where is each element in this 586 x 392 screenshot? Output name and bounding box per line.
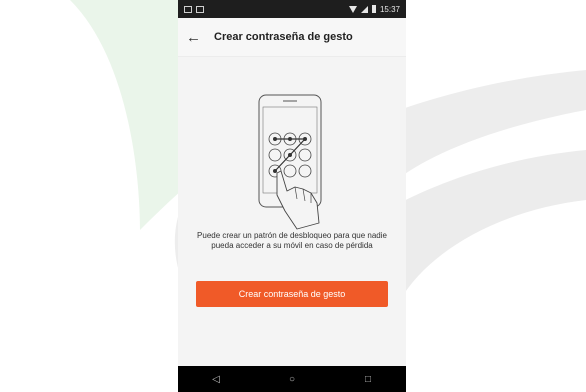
pattern-dot-active — [273, 137, 277, 141]
arrow-left-icon[interactable]: ← — [186, 29, 208, 46]
page-title: Crear contraseña de gesto — [214, 31, 353, 43]
phone-screen: 15:37 ← Crear contraseña de gesto Puede … — [178, 0, 406, 392]
image-icon — [196, 5, 204, 13]
android-nav-bar: ◁ ○ □ — [178, 366, 406, 392]
status-time: 15:37 — [379, 4, 400, 14]
signal-icon — [360, 5, 368, 13]
status-right: 15:37 — [348, 4, 400, 14]
main-content: Puede crear un patrón de desbloqueo para… — [178, 57, 406, 367]
notification-icon — [184, 5, 192, 13]
status-left — [184, 5, 204, 13]
phone-gesture-illustration — [258, 94, 322, 230]
pattern-dot-active — [303, 137, 307, 141]
status-bar: 15:37 — [178, 0, 406, 18]
nav-back-icon[interactable]: ◁ — [201, 374, 231, 385]
nav-recents-icon[interactable]: □ — [353, 374, 383, 385]
battery-icon — [371, 5, 376, 13]
nav-home-icon[interactable]: ○ — [277, 374, 307, 385]
pattern-dot-active — [288, 137, 292, 141]
create-gesture-password-button[interactable]: Crear contraseña de gesto — [196, 281, 388, 307]
pattern-dot-active — [273, 169, 277, 173]
description-text: Puede crear un patrón de desbloqueo para… — [197, 231, 387, 250]
wifi-icon — [348, 5, 357, 13]
screenshot-stage: 15:37 ← Crear contraseña de gesto Puede … — [0, 0, 586, 392]
pattern-dot-active — [288, 153, 292, 157]
app-bar: ← Crear contraseña de gesto — [178, 18, 406, 57]
